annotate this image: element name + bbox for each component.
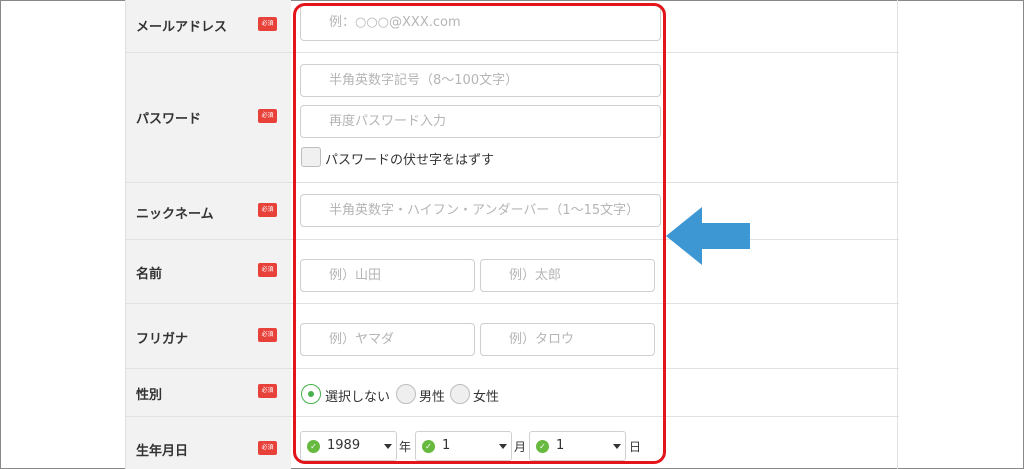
label-cell: 名前 必須 <box>126 240 291 303</box>
required-badge: 必須 <box>258 441 277 455</box>
password-label: パスワード <box>136 112 202 127</box>
required-badge: 必須 <box>258 203 277 217</box>
label-cell: 生年月日 必須 <box>126 417 291 469</box>
label-cell: ニックネーム 必須 <box>126 183 291 239</box>
required-badge: 必須 <box>258 109 277 123</box>
required-badge: 必須 <box>258 17 277 31</box>
nickname-label: ニックネーム <box>136 207 214 222</box>
email-label: メールアドレス <box>136 20 228 35</box>
label-cell: メールアドレス 必須 <box>126 0 291 52</box>
birthdate-label: 生年月日 <box>136 444 189 459</box>
furigana-label: フリガナ <box>136 332 189 347</box>
left-arrow-icon <box>666 207 750 265</box>
required-badge: 必須 <box>258 384 277 398</box>
label-cell: 性別 必須 <box>126 369 291 416</box>
highlight-box <box>293 3 666 464</box>
name-label: 名前 <box>136 267 163 282</box>
gender-label: 性別 <box>136 388 163 403</box>
required-badge: 必須 <box>258 263 277 277</box>
required-badge: 必須 <box>258 328 277 342</box>
label-cell: フリガナ 必須 <box>126 304 291 368</box>
label-cell: パスワード 必須 <box>126 53 291 182</box>
